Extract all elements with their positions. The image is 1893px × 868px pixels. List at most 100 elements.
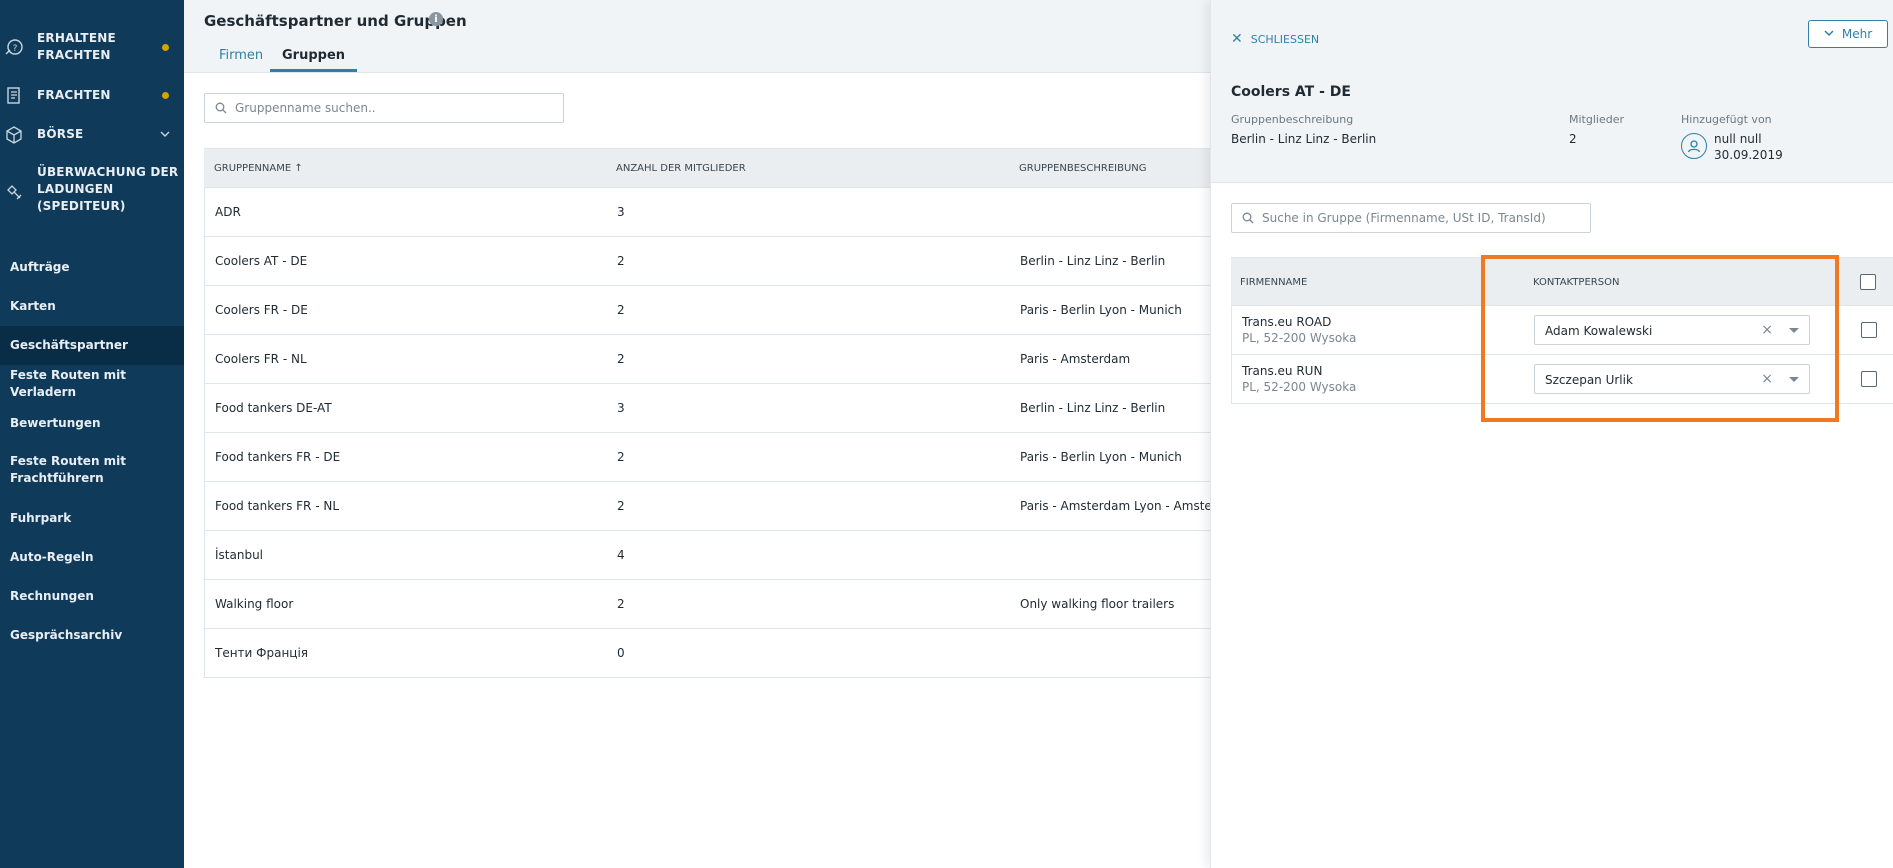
member-count-cell: 2 — [617, 450, 625, 464]
sidebar: ? ERHALTENE FRACHTEN FRACHTEN BÖRSE ÜBER… — [0, 0, 184, 868]
sidebar-item-feste-routen-frachtfuehrern[interactable]: Feste Routen mit Frachtführern — [0, 453, 184, 489]
sidebar-item-label: Frachtführern — [10, 471, 104, 485]
contact-person-select[interactable]: Adam Kowalewski × — [1534, 315, 1810, 345]
group-name-cell: Тенти Франція — [215, 646, 309, 660]
table-header: FIRMENNAME KONTAKTPERSON — [1231, 257, 1893, 306]
group-detail-panel: ✕ SCHLIESSEN Mehr Coolers AT - DE Gruppe… — [1210, 0, 1893, 868]
table-row: Trans.eu ROAD PL, 52-200 Wysoka Adam Kow… — [1231, 306, 1893, 355]
chevron-down-icon[interactable] — [160, 128, 170, 142]
group-name-cell: Food tankers DE-AT — [215, 401, 332, 415]
sidebar-item-exchange[interactable]: BÖRSE — [0, 125, 184, 145]
more-label: Mehr — [1841, 27, 1873, 41]
group-name-cell: İstanbul — [215, 548, 264, 562]
clear-icon[interactable]: × — [1761, 371, 1773, 387]
group-member-search — [1231, 203, 1591, 233]
table-row[interactable]: ADR 3 — [204, 188, 1210, 237]
sidebar-item-label: BÖRSE — [37, 127, 84, 141]
sidebar-item-auto-regeln[interactable]: Auto-Regeln — [0, 547, 184, 567]
table-row[interactable]: Food tankers DE-AT 3 Berlin - Linz Linz - … — [204, 384, 1210, 433]
svg-text:?: ? — [13, 44, 18, 54]
row-checkbox[interactable] — [1861, 371, 1877, 387]
main-content: Geschäftspartner und Gruppen i Firmen Gr… — [184, 0, 1232, 868]
user-avatar-icon — [1681, 133, 1707, 159]
description-cell: Paris - Berlin Lyon - Munich — [1020, 450, 1182, 464]
row-checkbox[interactable] — [1861, 322, 1877, 338]
freight-list-icon — [4, 86, 24, 106]
sidebar-item-auftraege[interactable]: Aufträge — [0, 257, 184, 277]
added-by-label: Hinzugefügt von — [1681, 113, 1772, 126]
sidebar-item-label: ERHALTENE — [37, 31, 116, 45]
sidebar-item-bewertungen[interactable]: Bewertungen — [0, 413, 184, 433]
members-table: FIRMENNAME KONTAKTPERSON Trans.eu ROAD P… — [1231, 257, 1893, 404]
group-search-input[interactable] — [235, 94, 555, 122]
info-icon[interactable]: i — [429, 12, 443, 26]
group-name-cell: Coolers FR - NL — [215, 352, 307, 366]
description-cell: Berlin - Linz Linz - Berlin — [1020, 254, 1166, 268]
clear-icon[interactable]: × — [1761, 322, 1773, 338]
group-title: Coolers AT - DE — [1231, 84, 1351, 100]
description-cell: Paris - Amsterdam — [1020, 352, 1131, 366]
table-row[interactable]: Coolers AT - DE 2 Berlin - Linz Linz - Ber… — [204, 237, 1210, 286]
exchange-box-icon — [4, 125, 24, 145]
search-icon — [1242, 212, 1254, 227]
table-row[interactable]: İstanbul 4 — [204, 531, 1210, 580]
company-name[interactable]: Trans.eu ROAD — [1242, 315, 1331, 329]
search-icon — [215, 102, 227, 117]
select-all-checkbox[interactable] — [1860, 274, 1876, 290]
company-address: PL, 52-200 Wysoka — [1242, 331, 1357, 345]
group-member-search-input[interactable] — [1262, 204, 1582, 232]
more-button[interactable]: Mehr — [1808, 20, 1888, 48]
sidebar-item-rechnungen[interactable]: Rechnungen — [0, 586, 184, 606]
column-header-description[interactable]: GRUPPENBESCHREIBUNG — [1019, 163, 1147, 174]
description-cell: Paris - Berlin Lyon - Munich — [1020, 303, 1182, 317]
sidebar-item-feste-routen-verladern[interactable]: Feste Routen mit Verladern — [0, 368, 184, 399]
table-row[interactable]: Food tankers FR - DE 2 Paris - Berlin Lyon… — [204, 433, 1210, 482]
sidebar-item-received-freight[interactable]: ? ERHALTENE FRACHTEN — [0, 30, 184, 70]
sidebar-item-label: LADUNGEN — [37, 182, 114, 196]
column-header-contact: KONTAKTPERSON — [1533, 277, 1620, 288]
notification-dot — [162, 44, 169, 51]
sidebar-item-fuhrpark[interactable]: Fuhrpark — [0, 508, 184, 528]
table-row[interactable]: Food tankers FR - NL 2 Paris - Amsterdam L… — [204, 482, 1232, 531]
group-name-cell: Food tankers FR - NL — [215, 499, 340, 513]
member-count-cell: 3 — [617, 401, 625, 415]
added-by-name: null null — [1714, 132, 1762, 146]
sidebar-item-label: (SPEDITEUR) — [37, 199, 126, 213]
tab-gruppen[interactable]: Gruppen — [270, 48, 358, 72]
member-count-cell: 0 — [617, 646, 625, 660]
group-name-cell: Food tankers FR - DE — [215, 450, 341, 464]
sidebar-item-label: Feste Routen mit Verladern — [10, 368, 127, 399]
members-value: 2 — [1569, 132, 1577, 146]
company-address: PL, 52-200 Wysoka — [1242, 380, 1357, 394]
table-row[interactable]: Walking floor 2 Only walking floor trailer… — [204, 580, 1210, 629]
company-name[interactable]: Trans.eu RUN — [1242, 364, 1322, 378]
column-header-member-count[interactable]: ANZAHL DER MITGLIEDER — [616, 163, 746, 174]
member-count-cell: 4 — [617, 548, 625, 562]
table-row[interactable]: Coolers FR - NL 2 Paris - Amsterdam — [204, 335, 1210, 384]
sidebar-item-monitoring[interactable]: ÜBERWACHUNG DER LADUNGEN (SPEDITEUR) — [0, 164, 184, 218]
table-header: GRUPPENNAME ↑ ANZAHL DER MITGLIEDER GRUP… — [204, 148, 1210, 188]
sidebar-item-karten[interactable]: Karten — [0, 296, 184, 316]
column-header-group-name[interactable]: GRUPPENNAME ↑ — [214, 163, 303, 174]
group-name-cell: Coolers FR - DE — [215, 303, 308, 317]
sidebar-item-label: Bewertungen — [10, 415, 101, 430]
sidebar-item-label: Gesprächsarchiv — [10, 627, 123, 642]
member-count-cell: 2 — [617, 352, 625, 366]
tab-firmen[interactable]: Firmen — [219, 48, 263, 72]
sidebar-item-freight[interactable]: FRACHTEN — [0, 86, 184, 106]
member-count-cell: 2 — [617, 254, 625, 268]
contact-person-value: Adam Kowalewski — [1545, 324, 1653, 338]
group-name-cell: Walking floor — [215, 597, 294, 611]
sidebar-item-geschaeftspartner[interactable]: Geschäftspartner — [0, 326, 184, 365]
member-count-cell: 3 — [617, 205, 625, 219]
close-button[interactable]: ✕ SCHLIESSEN — [1231, 31, 1319, 47]
sidebar-item-gespraechsarchiv[interactable]: Gesprächsarchiv — [0, 625, 184, 645]
page-title: Geschäftspartner und Gruppen — [204, 12, 467, 30]
dropdown-arrow-icon[interactable] — [1789, 328, 1799, 333]
table-row[interactable]: Тенти Франція 0 — [204, 629, 1210, 678]
dropdown-arrow-icon[interactable] — [1789, 377, 1799, 382]
chevron-down-icon — [1824, 27, 1834, 41]
contact-person-select[interactable]: Szczepan Urlik × — [1534, 364, 1810, 394]
table-row[interactable]: Coolers FR - DE 2 Paris - Berlin Lyon - Mu… — [204, 286, 1210, 335]
member-count-cell: 2 — [617, 597, 625, 611]
